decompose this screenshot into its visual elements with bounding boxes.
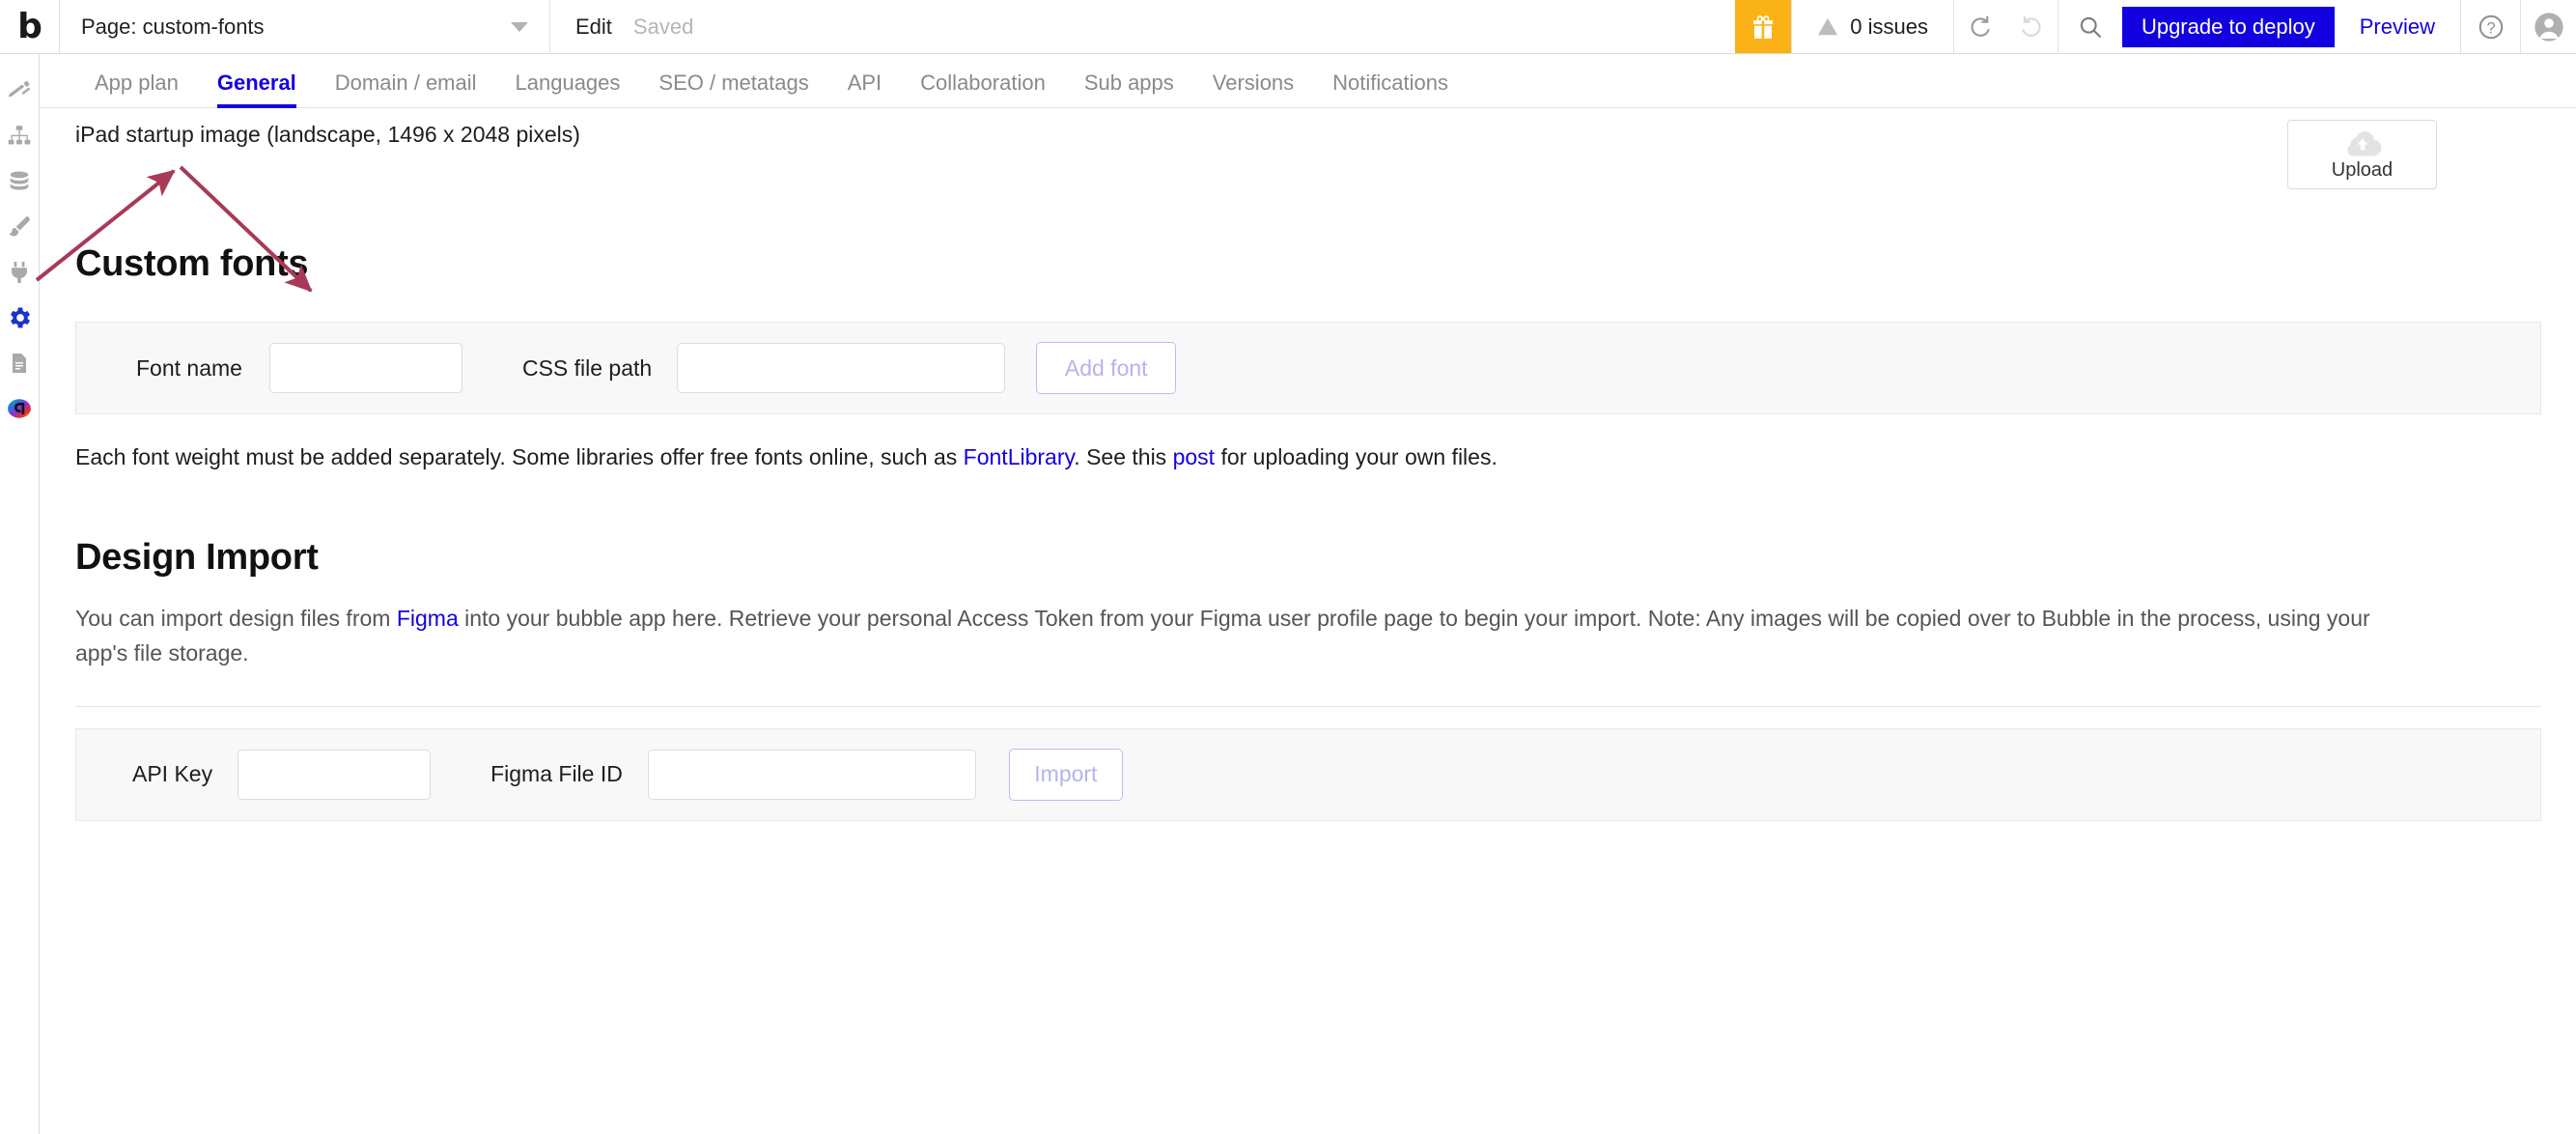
page-selector[interactable]: Page: custom-fonts xyxy=(60,0,550,53)
api-key-label: API Key xyxy=(132,761,213,787)
tab-versions[interactable]: Versions xyxy=(1193,71,1313,107)
issues-button[interactable]: 0 issues xyxy=(1791,0,1954,53)
svg-text:?: ? xyxy=(2486,19,2495,37)
ipad-startup-image-row: iPad startup image (landscape, 1496 x 20… xyxy=(41,108,2576,189)
tab-languages[interactable]: Languages xyxy=(496,71,640,107)
sidebar-item-app-badge[interactable] xyxy=(0,385,40,431)
pencil-ruler-icon xyxy=(8,80,31,97)
design-import-text-part1: You can import design files from xyxy=(75,606,397,632)
helper-text-part2: . See this xyxy=(1074,444,1173,469)
tab-seo-metatags[interactable]: SEO / metatags xyxy=(639,71,827,107)
edit-status-group: Edit Saved xyxy=(550,0,718,53)
hierarchy-icon xyxy=(8,125,31,145)
upgrade-label: Upgrade to deploy xyxy=(2141,14,2315,39)
css-file-path-label: CSS file path xyxy=(521,354,653,381)
redo-button[interactable] xyxy=(2006,0,2058,53)
sidebar-item-styles[interactable] xyxy=(0,204,40,249)
saved-status: Saved xyxy=(632,14,694,39)
settings-tabs: App plan General Domain / email Language… xyxy=(41,54,2576,108)
bubble-logo[interactable]: b xyxy=(0,0,60,53)
section-divider xyxy=(75,705,2541,707)
upload-button[interactable]: Upload xyxy=(2287,120,2437,189)
settings-scroll-area: iPad startup image (landscape, 1496 x 20… xyxy=(41,108,2576,821)
gift-button[interactable] xyxy=(1735,0,1792,53)
edit-button[interactable]: Edit xyxy=(575,14,612,40)
post-link[interactable]: post xyxy=(1173,444,1215,469)
design-import-panel: API Key Figma File ID Import xyxy=(75,727,2541,821)
app-logo-icon xyxy=(8,398,31,418)
tab-general[interactable]: General xyxy=(198,71,316,108)
gift-icon xyxy=(1753,14,1774,39)
sidebar-item-workflow[interactable] xyxy=(0,113,40,158)
design-import-description: You can import design files from Figma i… xyxy=(41,579,2425,670)
database-icon xyxy=(10,170,29,190)
redo-icon xyxy=(2022,14,2041,37)
import-button[interactable]: Import xyxy=(1008,748,1123,801)
figma-file-id-input[interactable] xyxy=(647,749,976,800)
settings-content: App plan General Domain / email Language… xyxy=(41,54,2576,1134)
tab-api[interactable]: API xyxy=(828,71,901,107)
import-label: Import xyxy=(1034,761,1098,787)
paintbrush-icon xyxy=(10,215,30,237)
undo-icon xyxy=(1971,14,1990,37)
sidebar-item-data[interactable] xyxy=(0,158,40,204)
upgrade-to-deploy-button[interactable]: Upgrade to deploy xyxy=(2121,6,2335,47)
sidebar-item-design[interactable] xyxy=(0,68,40,113)
chevron-down-icon xyxy=(511,21,528,32)
tab-domain-email[interactable]: Domain / email xyxy=(316,71,496,107)
left-sidebar xyxy=(0,54,40,1134)
warning-icon xyxy=(1818,17,1838,35)
sidebar-item-plugins[interactable] xyxy=(0,249,40,295)
help-button[interactable]: ? xyxy=(2460,0,2520,53)
custom-fonts-panel: Font name CSS file path Add font xyxy=(75,322,2541,414)
tab-sub-apps[interactable]: Sub apps xyxy=(1065,71,1193,107)
help-circle-icon: ? xyxy=(2478,14,2503,39)
custom-fonts-helper-text: Each font weight must be added separatel… xyxy=(41,414,2576,473)
avatar-icon xyxy=(2534,12,2563,42)
tab-app-plan[interactable]: App plan xyxy=(75,71,198,107)
sidebar-item-settings[interactable] xyxy=(0,295,40,340)
gear-icon xyxy=(11,307,30,327)
api-key-input[interactable] xyxy=(238,749,432,800)
figma-link[interactable]: Figma xyxy=(397,606,459,631)
bubble-logo-text: b xyxy=(17,6,42,46)
font-name-input[interactable] xyxy=(268,343,462,393)
search-icon xyxy=(2080,16,2101,38)
figma-file-id-label: Figma File ID xyxy=(490,761,623,787)
add-font-button[interactable]: Add font xyxy=(1036,342,1177,394)
preview-button[interactable]: Preview xyxy=(2335,0,2460,53)
fontlibrary-link[interactable]: FontLibrary xyxy=(964,444,1075,469)
add-font-label: Add font xyxy=(1064,354,1148,381)
css-file-path-input[interactable] xyxy=(677,343,1006,393)
helper-text-part3: for uploading your own files. xyxy=(1215,444,1498,469)
top-bar: b Page: custom-fonts Edit Saved 0 issues xyxy=(0,0,2576,54)
tab-notifications[interactable]: Notifications xyxy=(1313,71,1468,107)
document-icon xyxy=(13,353,26,373)
undo-button[interactable] xyxy=(1954,0,2006,53)
design-import-heading: Design Import xyxy=(75,537,319,579)
page-selector-label: Page: custom-fonts xyxy=(81,14,265,39)
cloud-upload-icon xyxy=(2346,130,2382,156)
custom-fonts-heading: Custom fonts xyxy=(75,243,309,284)
plug-icon xyxy=(11,261,28,283)
upload-label: Upload xyxy=(2331,158,2394,181)
issues-count-label: 0 issues xyxy=(1850,14,1928,39)
sidebar-item-logs[interactable] xyxy=(0,340,40,385)
tab-collaboration[interactable]: Collaboration xyxy=(901,71,1065,107)
helper-text-part1: Each font weight must be added separatel… xyxy=(75,444,964,469)
preview-label: Preview xyxy=(2359,14,2435,39)
ipad-startup-image-label: iPad startup image (landscape, 1496 x 20… xyxy=(75,122,580,147)
search-button[interactable] xyxy=(2058,0,2122,53)
font-name-label: Font name xyxy=(136,354,242,381)
user-avatar-button[interactable] xyxy=(2520,0,2576,53)
